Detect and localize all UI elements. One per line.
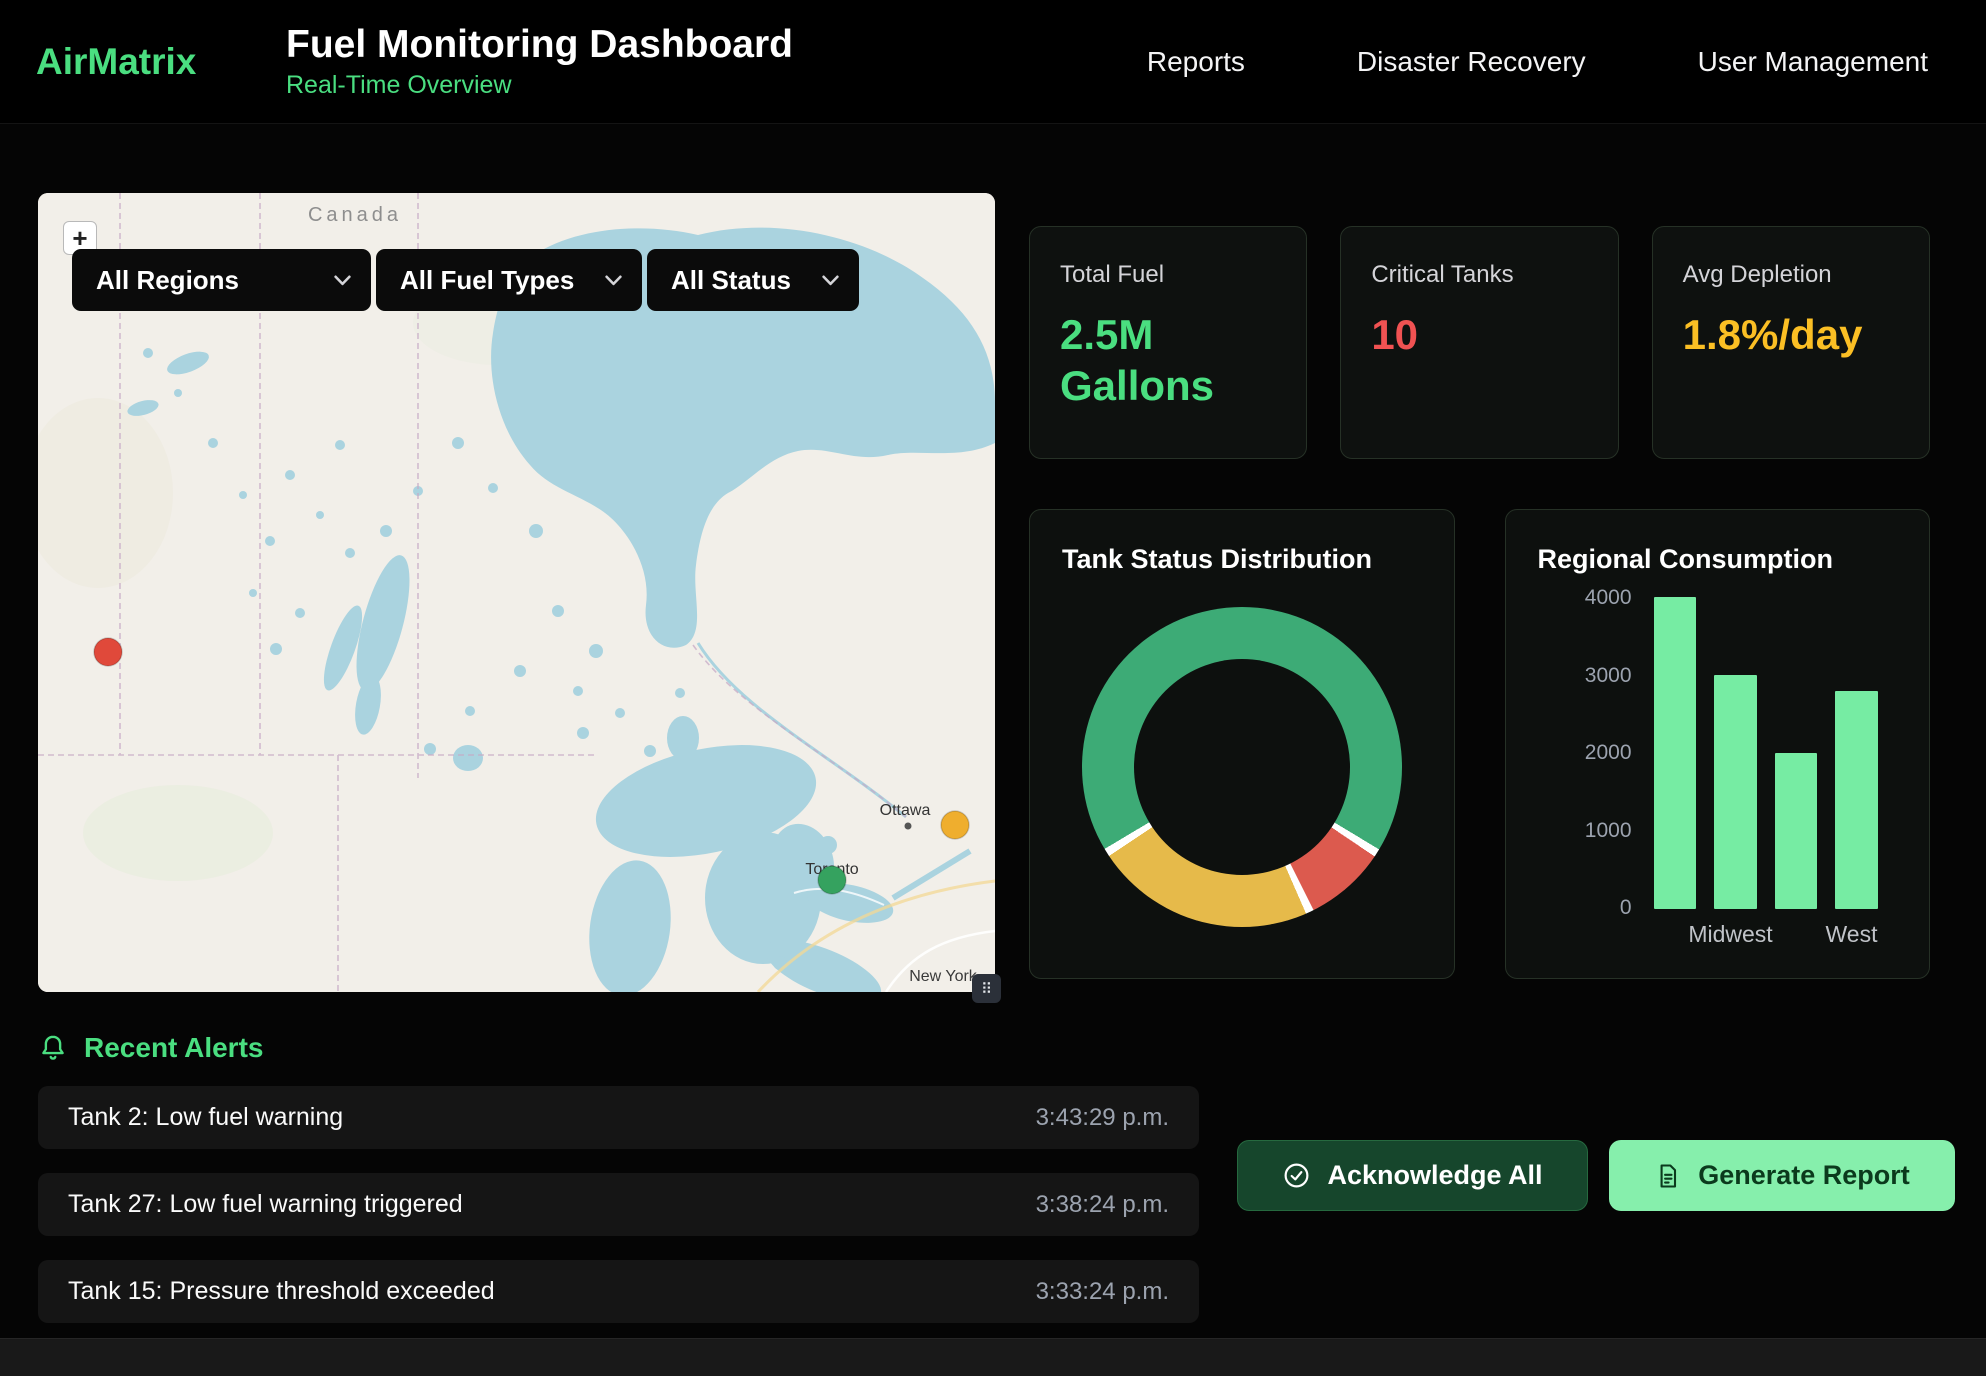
acknowledge-all-button[interactable]: Acknowledge All — [1237, 1140, 1588, 1211]
map-label-new-york: New York — [909, 968, 978, 985]
alert-message: Tank 27: Low fuel warning triggered — [68, 1190, 463, 1219]
fuel-type-filter-label: All Fuel Types — [400, 265, 574, 296]
right-column: Total Fuel 2.5M Gallons Critical Tanks 1… — [1029, 193, 1930, 979]
total-fuel-card: Total Fuel 2.5M Gallons — [1029, 226, 1307, 459]
y-tick: 2000 — [1585, 741, 1632, 765]
bar-chart-title: Regional Consumption — [1538, 544, 1898, 575]
title-block: Fuel Monitoring Dashboard Real-Time Over… — [286, 23, 793, 100]
x-tick — [1654, 921, 1671, 948]
chevron-down-icon — [822, 275, 839, 286]
nav-reports[interactable]: Reports — [1147, 46, 1245, 78]
critical-tank-marker[interactable] — [94, 638, 122, 666]
map-resize-handle[interactable]: ⠿ — [972, 974, 1001, 1003]
nav-disaster-recovery[interactable]: Disaster Recovery — [1357, 46, 1586, 78]
page-title: Fuel Monitoring Dashboard — [286, 23, 793, 67]
stat-label: Critical Tanks — [1371, 261, 1587, 289]
acknowledge-all-label: Acknowledge All — [1327, 1160, 1542, 1191]
document-icon — [1654, 1162, 1682, 1190]
fuel-type-filter-dropdown[interactable]: All Fuel Types — [376, 249, 642, 311]
map-graphic: Canada Ottawa Toronto New York — [38, 193, 995, 992]
bar-region-2 — [1714, 675, 1757, 909]
fuel-monitoring-dashboard: AirMatrix Fuel Monitoring Dashboard Real… — [0, 0, 1986, 1376]
avg-depletion-card: Avg Depletion 1.8%/day — [1652, 226, 1930, 459]
generate-report-button[interactable]: Generate Report — [1609, 1140, 1955, 1211]
total-fuel-value: 2.5M Gallons — [1060, 309, 1260, 411]
region-filter-dropdown[interactable]: All Regions — [72, 249, 371, 311]
x-tick — [1791, 921, 1808, 948]
recent-alerts-section: Recent Alerts Tank 2: Low fuel warning 3… — [0, 992, 1986, 1323]
donut-chart-title: Tank Status Distribution — [1062, 544, 1422, 575]
map-label-ottawa: Ottawa — [880, 802, 931, 819]
check-circle-icon — [1282, 1161, 1311, 1190]
alert-message: Tank 15: Pressure threshold exceeded — [68, 1277, 495, 1306]
regional-consumption-card: Regional Consumption 4000 3000 2000 1000… — [1505, 509, 1931, 979]
bottom-bar — [0, 1338, 1986, 1376]
bar-chart-plot: Midwest West — [1646, 597, 1886, 948]
alert-message: Tank 2: Low fuel warning — [68, 1103, 343, 1132]
avg-depletion-value: 1.8%/day — [1683, 309, 1883, 360]
bar-chart-y-axis: 4000 3000 2000 1000 0 — [1586, 586, 1646, 920]
header: AirMatrix Fuel Monitoring Dashboard Real… — [0, 0, 1986, 124]
map-canvas[interactable]: Canada Ottawa Toronto New York — [38, 193, 995, 992]
app-logo[interactable]: AirMatrix — [36, 41, 286, 83]
bar-chart: 4000 3000 2000 1000 0 — [1538, 597, 1898, 948]
critical-tanks-card: Critical Tanks 10 — [1340, 226, 1618, 459]
y-tick: 0 — [1620, 896, 1632, 920]
status-filter-dropdown[interactable]: All Status — [647, 249, 859, 311]
bar-region-3 — [1775, 753, 1818, 909]
alerts-heading: Recent Alerts — [38, 1030, 1986, 1066]
normal-tank-marker[interactable] — [818, 866, 846, 894]
page-subtitle: Real-Time Overview — [286, 71, 793, 100]
alert-timestamp: 3:43:29 p.m. — [1036, 1104, 1169, 1132]
chart-cards: Tank Status Distribution Regional Consum… — [1029, 509, 1930, 979]
bar-region-1 — [1654, 597, 1697, 909]
alerts-heading-label: Recent Alerts — [84, 1032, 263, 1064]
generate-report-label: Generate Report — [1698, 1160, 1910, 1191]
alert-row[interactable]: Tank 2: Low fuel warning 3:43:29 p.m. — [38, 1086, 1199, 1149]
bell-icon — [38, 1033, 68, 1063]
chevron-down-icon — [334, 275, 351, 286]
ottawa-town-dot — [905, 823, 912, 830]
x-tick: West — [1826, 921, 1878, 948]
nav-user-management[interactable]: User Management — [1698, 46, 1928, 78]
x-tick: Midwest — [1688, 921, 1772, 948]
chevron-down-icon — [605, 275, 622, 286]
region-filter-label: All Regions — [96, 265, 239, 296]
warning-tank-marker[interactable] — [941, 811, 969, 839]
donut-chart — [1082, 607, 1402, 927]
y-tick: 3000 — [1585, 664, 1632, 688]
bar-region-4 — [1835, 691, 1878, 909]
status-filter-label: All Status — [671, 265, 791, 296]
alert-timestamp: 3:38:24 p.m. — [1036, 1191, 1169, 1219]
stat-label: Avg Depletion — [1683, 261, 1899, 289]
y-tick: 4000 — [1585, 586, 1632, 610]
critical-tanks-value: 10 — [1371, 309, 1571, 360]
main-content: Canada Ottawa Toronto New York + All Reg… — [0, 124, 1986, 992]
map-filter-bar: All Regions All Fuel Types All Status — [72, 249, 859, 311]
main-nav: Reports Disaster Recovery User Managemen… — [1147, 46, 1928, 78]
stat-cards: Total Fuel 2.5M Gallons Critical Tanks 1… — [1029, 226, 1930, 459]
alert-row[interactable]: Tank 15: Pressure threshold exceeded 3:3… — [38, 1260, 1199, 1323]
bar-chart-x-axis: Midwest West — [1646, 921, 1886, 948]
alert-timestamp: 3:33:24 p.m. — [1036, 1278, 1169, 1306]
alert-row[interactable]: Tank 27: Low fuel warning triggered 3:38… — [38, 1173, 1199, 1236]
map-panel: Canada Ottawa Toronto New York + All Reg… — [38, 193, 995, 992]
tank-status-card: Tank Status Distribution — [1029, 509, 1455, 979]
stat-label: Total Fuel — [1060, 261, 1276, 289]
y-tick: 1000 — [1585, 819, 1632, 843]
map-label-canada: Canada — [308, 204, 402, 226]
